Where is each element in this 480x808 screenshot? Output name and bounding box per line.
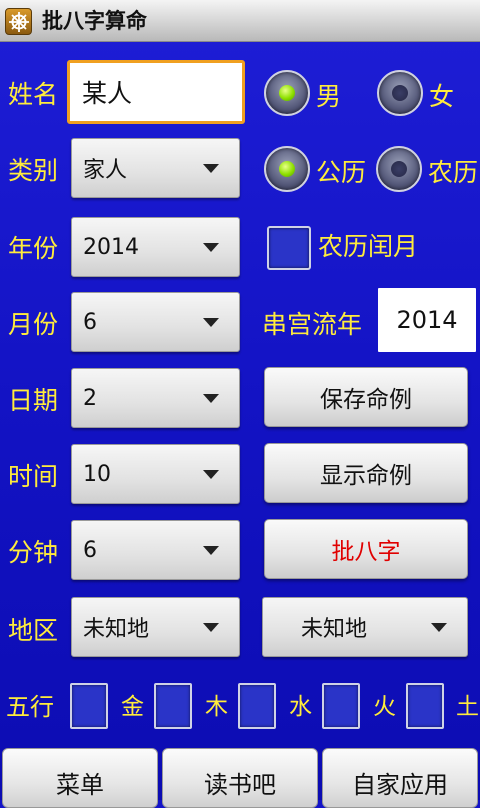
radio-dot	[392, 85, 408, 101]
own-apps-button[interactable]: 自家应用	[322, 748, 478, 808]
region1-value: 未知地	[83, 617, 150, 642]
dropdown-arrow-icon	[203, 318, 219, 327]
dropdown-arrow-icon	[203, 243, 219, 252]
dropdown-arrow-icon	[203, 546, 219, 555]
dropdown-arrow-icon	[203, 164, 219, 173]
male-radio[interactable]	[264, 70, 310, 116]
calc-bazi-button[interactable]: 批八字	[264, 519, 468, 579]
month-value: 6	[83, 309, 97, 335]
hour-value: 10	[83, 461, 111, 487]
male-label[interactable]: 男	[316, 80, 341, 114]
dropdown-arrow-icon	[203, 623, 219, 632]
chuan-gong-label: 串宫流年	[262, 310, 363, 339]
chuan-gong-year-input[interactable]: 2014	[378, 288, 476, 352]
menu-button[interactable]: 菜单	[2, 748, 158, 808]
hour-label: 时间	[8, 462, 59, 491]
female-radio[interactable]	[377, 70, 423, 116]
region-spinner-1[interactable]: 未知地	[71, 597, 240, 657]
wuxing-earth-label: 土	[456, 694, 479, 720]
minute-label: 分钟	[8, 538, 59, 567]
category-value: 家人	[83, 158, 128, 183]
dropdown-arrow-icon	[203, 394, 219, 403]
month-spinner[interactable]: 6	[71, 292, 240, 352]
wuxing-water-label: 水	[289, 694, 312, 720]
name-value: 某人	[82, 79, 133, 108]
dropdown-arrow-icon	[203, 470, 219, 479]
wuxing-box-water[interactable]	[238, 683, 276, 729]
wuxing-box-earth[interactable]	[406, 683, 444, 729]
year-spinner[interactable]: 2014	[71, 217, 240, 277]
wuxing-box-wood[interactable]	[154, 683, 192, 729]
dropdown-arrow-icon	[431, 623, 447, 632]
ship-wheel-icon	[5, 8, 32, 35]
wuxing-wood-label: 木	[205, 694, 228, 720]
leap-month-checkbox[interactable]	[267, 226, 311, 270]
radio-dot	[279, 85, 295, 101]
day-value: 2	[83, 385, 97, 411]
wuxing-metal-label: 金	[121, 694, 144, 720]
lunar-radio[interactable]	[376, 146, 422, 192]
read-book-button[interactable]: 读书吧	[162, 748, 318, 808]
lunar-label[interactable]: 农历	[428, 156, 478, 190]
show-case-button[interactable]: 显示命例	[264, 443, 468, 503]
day-label: 日期	[8, 386, 59, 415]
leap-month-label[interactable]: 农历闰月	[318, 230, 418, 264]
female-label[interactable]: 女	[429, 80, 454, 114]
category-label: 类别	[8, 156, 59, 185]
wuxing-box-metal[interactable]	[70, 683, 108, 729]
app-title: 批八字算命	[42, 9, 147, 33]
solar-radio[interactable]	[264, 146, 310, 192]
screen: 批八字算命 姓名 某人 男 女 类别 家人 公历 农历 年份 2014 农历闰月…	[0, 0, 480, 808]
year-label: 年份	[8, 234, 59, 263]
wuxing-box-fire[interactable]	[322, 683, 360, 729]
radio-dot	[279, 161, 295, 177]
minute-value: 6	[83, 537, 97, 563]
wuxing-label: 五行	[6, 693, 54, 721]
region-label: 地区	[8, 616, 59, 645]
minute-spinner[interactable]: 6	[71, 520, 240, 580]
save-case-button[interactable]: 保存命例	[264, 367, 468, 427]
title-bar: 批八字算命	[0, 0, 480, 42]
month-label: 月份	[8, 310, 59, 339]
name-input[interactable]: 某人	[67, 60, 245, 124]
year-value: 2014	[83, 234, 139, 260]
category-spinner[interactable]: 家人	[71, 138, 240, 198]
wuxing-fire-label: 火	[373, 694, 396, 720]
region2-value: 未知地	[301, 617, 368, 642]
radio-dot	[391, 161, 407, 177]
chuan-gong-year-value: 2014	[396, 306, 458, 334]
name-label: 姓名	[8, 80, 59, 109]
day-spinner[interactable]: 2	[71, 368, 240, 428]
hour-spinner[interactable]: 10	[71, 444, 240, 504]
solar-label[interactable]: 公历	[316, 156, 366, 190]
region-spinner-2[interactable]: 未知地	[262, 597, 468, 657]
